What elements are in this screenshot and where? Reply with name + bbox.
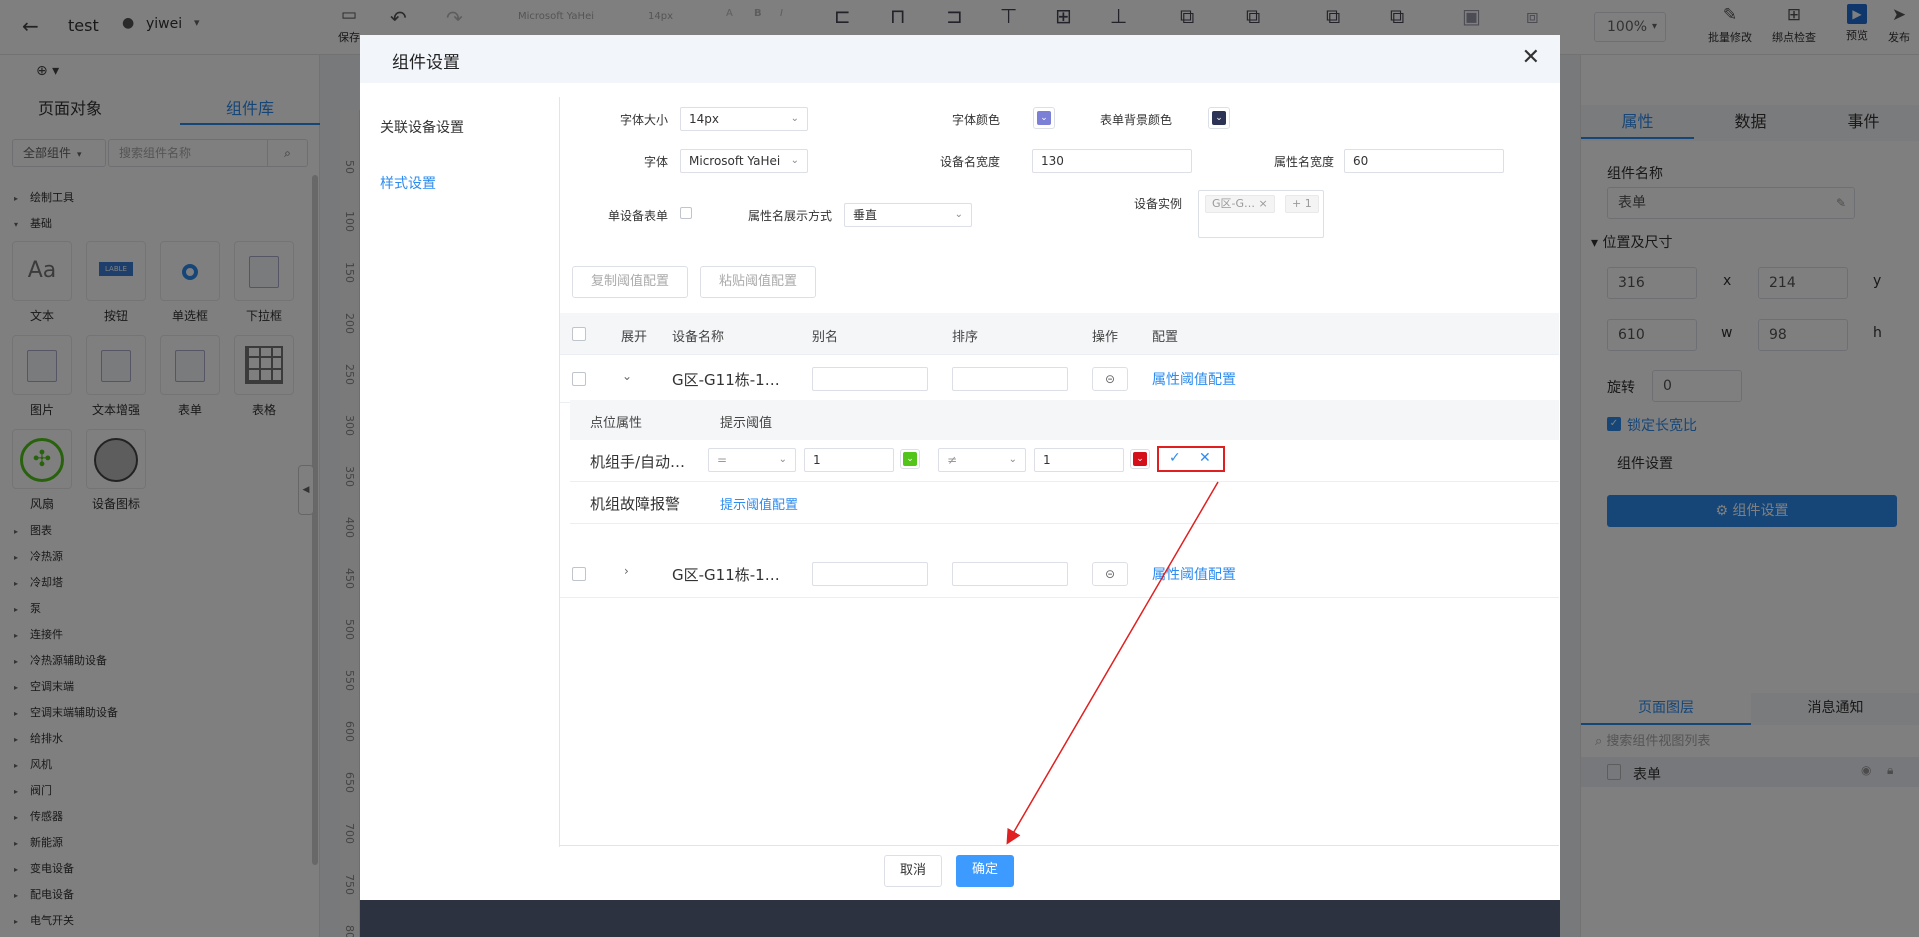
annotation-arrow — [1006, 481, 1219, 845]
